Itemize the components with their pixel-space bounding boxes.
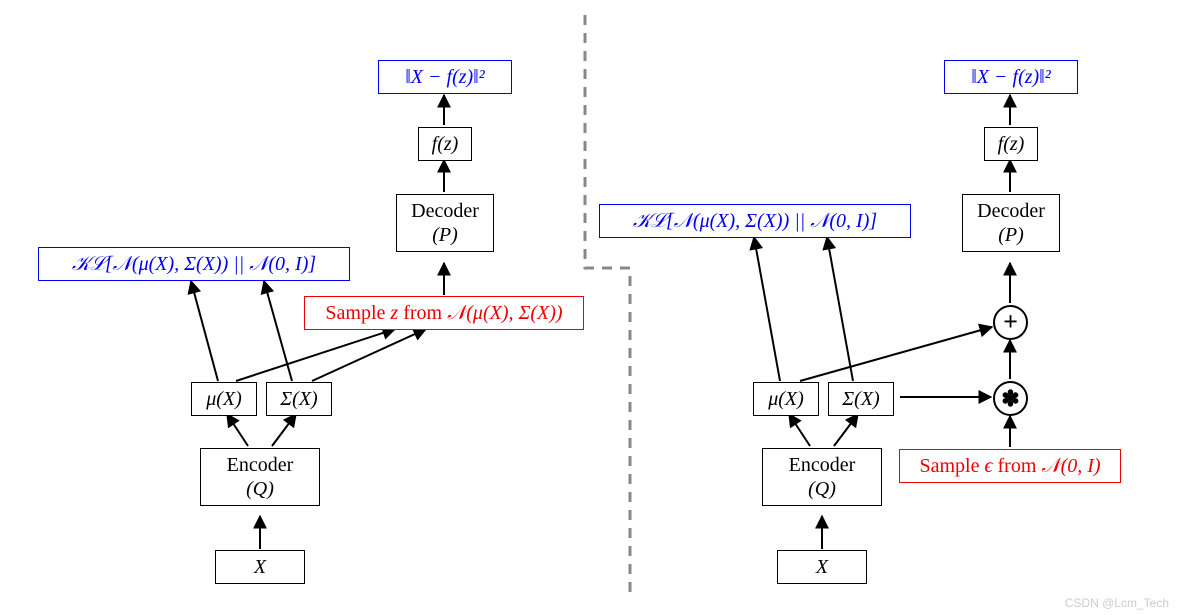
sample-var: ϵ: [984, 455, 992, 477]
watermark: CSDN @Lcm_Tech: [1065, 596, 1169, 610]
sample-prefix: Sample: [919, 455, 984, 477]
left-sigma: Σ(X): [266, 382, 332, 416]
right-decoder-label: Decoder: [977, 200, 1045, 222]
right-sample-box: Sample ϵ from 𝒩(0, I): [899, 449, 1121, 483]
right-input-x: X: [777, 550, 867, 584]
left-fz: f(z): [418, 127, 472, 161]
left-decoder-label: Decoder: [411, 200, 479, 222]
left-encoder: Encoder (Q): [200, 448, 320, 506]
left-encoder-label: Encoder: [227, 454, 294, 476]
right-kl-box: 𝒦ℒ[𝒩(μ(X), Σ(X)) || 𝒩(0, I)]: [599, 204, 911, 238]
left-decoder-sub: (P): [432, 224, 458, 246]
right-decoder-sub: (P): [998, 224, 1024, 246]
sample-prefix: Sample: [325, 302, 390, 324]
multiply-node: ✽: [993, 381, 1028, 416]
left-encoder-sub: (Q): [246, 478, 274, 500]
right-mu: μ(X): [753, 382, 819, 416]
right-encoder-label: Encoder: [789, 454, 856, 476]
left-loss: ‖X − f(z)‖²: [378, 60, 512, 94]
left-sample-box: Sample z from 𝒩(μ(X), Σ(X)): [304, 296, 584, 330]
left-mu: μ(X): [191, 382, 257, 416]
right-loss: ‖X − f(z)‖²: [944, 60, 1078, 94]
right-encoder-sub: (Q): [808, 478, 836, 500]
sample-dist: 𝒩(μ(X), Σ(X)): [447, 302, 562, 324]
right-fz: f(z): [984, 127, 1038, 161]
right-sigma: Σ(X): [828, 382, 894, 416]
left-decoder: Decoder (P): [396, 194, 494, 252]
left-input-x: X: [215, 550, 305, 584]
left-kl-box: 𝒦ℒ[𝒩(μ(X), Σ(X)) || 𝒩(0, I)]: [38, 247, 350, 281]
add-node: +: [993, 305, 1028, 340]
right-encoder: Encoder (Q): [762, 448, 882, 506]
sample-mid: from: [993, 455, 1042, 477]
sample-mid: from: [398, 302, 447, 324]
right-decoder: Decoder (P): [962, 194, 1060, 252]
sample-dist: 𝒩(0, I): [1041, 455, 1100, 477]
